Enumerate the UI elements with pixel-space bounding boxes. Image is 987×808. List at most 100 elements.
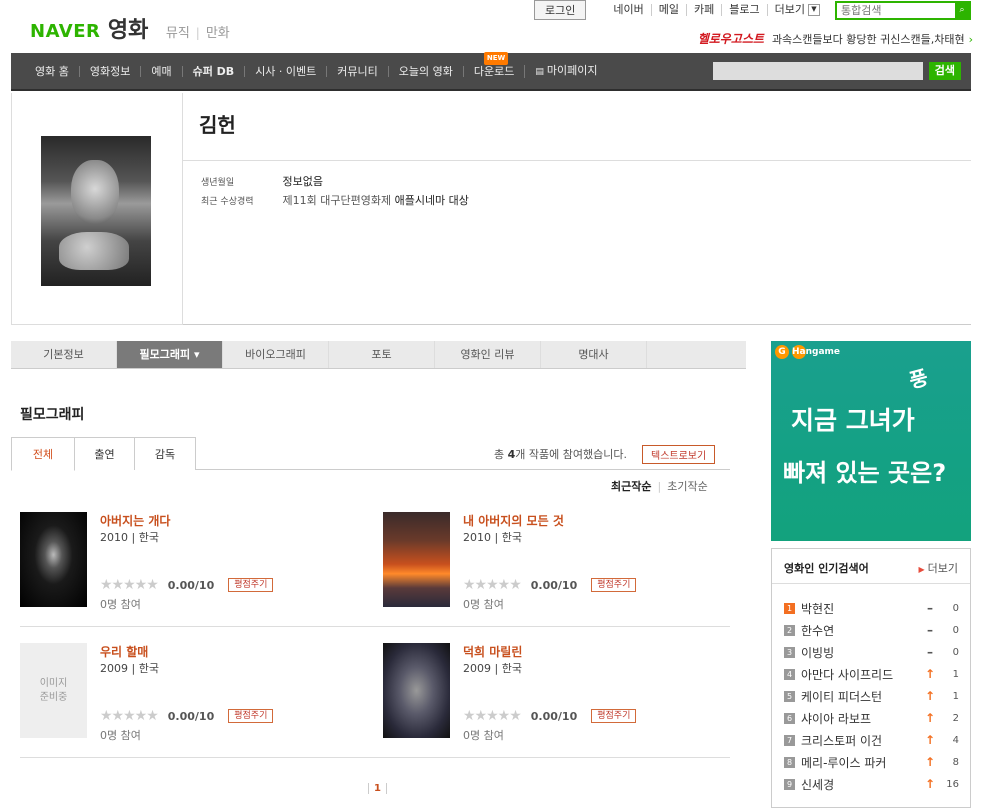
naver-logo-text[interactable]: NAVER bbox=[30, 21, 100, 42]
rank-badge: 1 bbox=[784, 602, 795, 614]
popular-name: 케이티 피더스턴 bbox=[801, 689, 883, 704]
popular-search-title: 영화인 인기검색어 bbox=[784, 562, 869, 575]
sort-early[interactable]: 초기작순 bbox=[667, 480, 707, 493]
popular-name: 박현진 bbox=[801, 601, 835, 616]
nav-super-db[interactable]: 슈퍼 DB bbox=[181, 64, 245, 78]
comic-link[interactable]: 만화 bbox=[206, 26, 230, 41]
trend-change: 16 bbox=[946, 778, 959, 790]
sort-options: 최근작순 | 초기작순 bbox=[611, 478, 708, 494]
rank-badge: 4 bbox=[784, 668, 795, 680]
trend-up-icon: ↑ bbox=[924, 667, 936, 681]
ad-headline-1: 지금 그녀가 bbox=[791, 406, 915, 435]
nav-search-button[interactable]: 검색 bbox=[928, 62, 961, 80]
popular-item[interactable]: 5 케이티 피더스턴 ↑ 1 bbox=[784, 686, 959, 706]
ad-decoration-text: 풍 bbox=[906, 364, 931, 393]
rate-button[interactable]: 평점주기 bbox=[228, 578, 274, 592]
nav-preview-event[interactable]: 시사 · 이벤트 bbox=[244, 65, 326, 77]
tab-quotes[interactable]: 명대사 bbox=[541, 341, 647, 368]
nav-today-movie[interactable]: 오늘의 영화 bbox=[387, 65, 463, 77]
top-link-more-label: 더보기 bbox=[774, 3, 805, 16]
nav-my-page[interactable]: ▤ 마이페이지 bbox=[524, 64, 607, 78]
film-title[interactable]: 내 아버지의 모든 것 bbox=[463, 512, 564, 529]
header-ad-link[interactable]: 헬로우고스트 과속스캔들보다 황당한 귀신스캔들,차태현 › bbox=[698, 30, 973, 47]
nav-community[interactable]: 커뮤니티 bbox=[326, 65, 387, 77]
film-vote-count: 0명 참여 bbox=[463, 598, 504, 611]
film-poster-placeholder[interactable]: 이미지 준비중 bbox=[20, 643, 87, 738]
search-icon[interactable]: ⌕ bbox=[955, 2, 969, 18]
popular-name: 메리-루이스 파커 bbox=[801, 755, 887, 770]
trend-same-icon: – bbox=[927, 645, 933, 659]
film-poster[interactable] bbox=[383, 643, 450, 738]
popular-item[interactable]: 9 신세경 ↑ 16 bbox=[784, 774, 959, 794]
nav-booking[interactable]: 예매 bbox=[140, 65, 181, 77]
trend-change: 1 bbox=[952, 690, 959, 702]
film-title[interactable]: 덕희 마릴린 bbox=[463, 643, 522, 660]
tab-basic-info[interactable]: 기본정보 bbox=[11, 341, 117, 368]
face-shape bbox=[71, 160, 119, 224]
tab-photo[interactable]: 포토 bbox=[329, 341, 435, 368]
top-search-input[interactable] bbox=[837, 2, 955, 18]
top-link-mail[interactable]: 메일 bbox=[650, 4, 686, 16]
film-title[interactable]: 아버지는 개다 bbox=[100, 512, 170, 529]
popular-name: 아만다 사이프리드 bbox=[801, 667, 894, 682]
sort-recent[interactable]: 최근작순 bbox=[611, 480, 651, 493]
nav-super-db-label: 슈퍼 DB bbox=[192, 64, 235, 78]
pagination-current-page[interactable]: 1 bbox=[368, 783, 387, 794]
film-poster[interactable] bbox=[383, 512, 450, 607]
music-link[interactable]: 뮤직 bbox=[166, 26, 190, 41]
rate-button[interactable]: 평점주기 bbox=[591, 578, 637, 592]
subtab-cast[interactable]: 출연 bbox=[74, 437, 135, 470]
nav-movie-home[interactable]: 영화 홈 bbox=[27, 66, 79, 77]
rate-button[interactable]: 평점주기 bbox=[228, 709, 274, 723]
trend-change: 0 bbox=[952, 624, 959, 636]
chevron-down-icon[interactable]: ▼ bbox=[808, 4, 820, 16]
profile-photo bbox=[41, 136, 151, 286]
nav-search-input[interactable] bbox=[712, 62, 923, 80]
rank-badge: 9 bbox=[784, 778, 795, 790]
text-view-button[interactable]: 텍스트로보기 bbox=[642, 445, 716, 464]
top-link-blog[interactable]: 블로그 bbox=[721, 4, 766, 16]
hangame-ad-banner[interactable]: G Hangame 풍 지금 그녀가 빠져 있는 곳은? bbox=[771, 341, 971, 541]
film-vote-count: 0명 참여 bbox=[100, 598, 141, 611]
site-logo[interactable]: NAVER 영화 뮤직 | 만화 bbox=[30, 12, 230, 44]
ad-brand-logo[interactable]: 헬로우고스트 bbox=[698, 32, 764, 46]
film-score: 0.00/10 bbox=[530, 709, 578, 723]
subtab-director[interactable]: 감독 bbox=[134, 437, 196, 470]
film-row-divider bbox=[20, 757, 730, 758]
login-button[interactable]: 로그인 bbox=[534, 0, 587, 20]
popular-item[interactable]: 3 이빙빙 – 0 bbox=[784, 642, 959, 662]
popular-item[interactable]: 2 한수연 – 0 bbox=[784, 620, 959, 640]
tab-reviews[interactable]: 영화인 리뷰 bbox=[435, 341, 541, 368]
film-title[interactable]: 우리 할매 bbox=[100, 643, 148, 660]
nav-search-box: 검색 bbox=[712, 62, 961, 80]
film-rating: ★★★★★ 0.00/10 평점주기 bbox=[463, 708, 637, 724]
trend-same-icon: – bbox=[927, 601, 933, 615]
rank-badge: 8 bbox=[784, 756, 795, 768]
profile-section: 김헌 생년월일 정보없음 최근 수상경력 제11회 대구단편영화제 애플시네마 … bbox=[11, 93, 971, 325]
tab-biography[interactable]: 바이오그래피 bbox=[223, 341, 329, 368]
top-link-naver[interactable]: 네이버 bbox=[606, 4, 650, 16]
film-poster[interactable] bbox=[20, 512, 87, 607]
tab-filmography[interactable]: 필모그래피 ▾ bbox=[117, 341, 223, 368]
award-row: 최근 수상경력 제11회 대구단편영화제 애플시네마 대상 bbox=[201, 192, 469, 208]
popular-item[interactable]: 8 메리-루이스 파커 ↑ 8 bbox=[784, 752, 959, 772]
popular-item[interactable]: 7 크리스토퍼 이건 ↑ 4 bbox=[784, 730, 959, 750]
popular-item[interactable]: 6 샤이아 라보프 ↑ 2 bbox=[784, 708, 959, 728]
rate-button[interactable]: 평점주기 bbox=[591, 709, 637, 723]
rating-stars-icon: ★★★★★ bbox=[463, 708, 522, 724]
popular-more-link[interactable]: ▶ 더보기 bbox=[918, 560, 958, 576]
nav-movie-info[interactable]: 영화정보 bbox=[78, 65, 140, 77]
film-card: 아버지는 개다 2010 | 한국 ★★★★★ 0.00/10 평점주기 0명 … bbox=[20, 512, 360, 622]
rank-badge: 7 bbox=[784, 734, 795, 746]
count-suffix: 개 작품에 참여했습니다. bbox=[515, 448, 627, 461]
top-link-more[interactable]: 더보기 ▼ bbox=[766, 3, 827, 16]
movie-section-title[interactable]: 영화 bbox=[108, 18, 148, 43]
new-badge: NEW bbox=[483, 51, 509, 65]
film-meta: 2009 | 한국 bbox=[100, 662, 159, 675]
nav-download[interactable]: NEW 다운로드 bbox=[462, 51, 524, 77]
top-link-cafe[interactable]: 카페 bbox=[686, 4, 721, 16]
popular-item[interactable]: 1 박현진 – 0 bbox=[784, 598, 959, 618]
popular-item[interactable]: 4 아만다 사이프리드 ↑ 1 bbox=[784, 664, 959, 684]
subtab-all[interactable]: 전체 bbox=[11, 437, 75, 471]
ad-text[interactable]: 과속스캔들보다 황당한 귀신스캔들,차태현 bbox=[772, 33, 965, 46]
